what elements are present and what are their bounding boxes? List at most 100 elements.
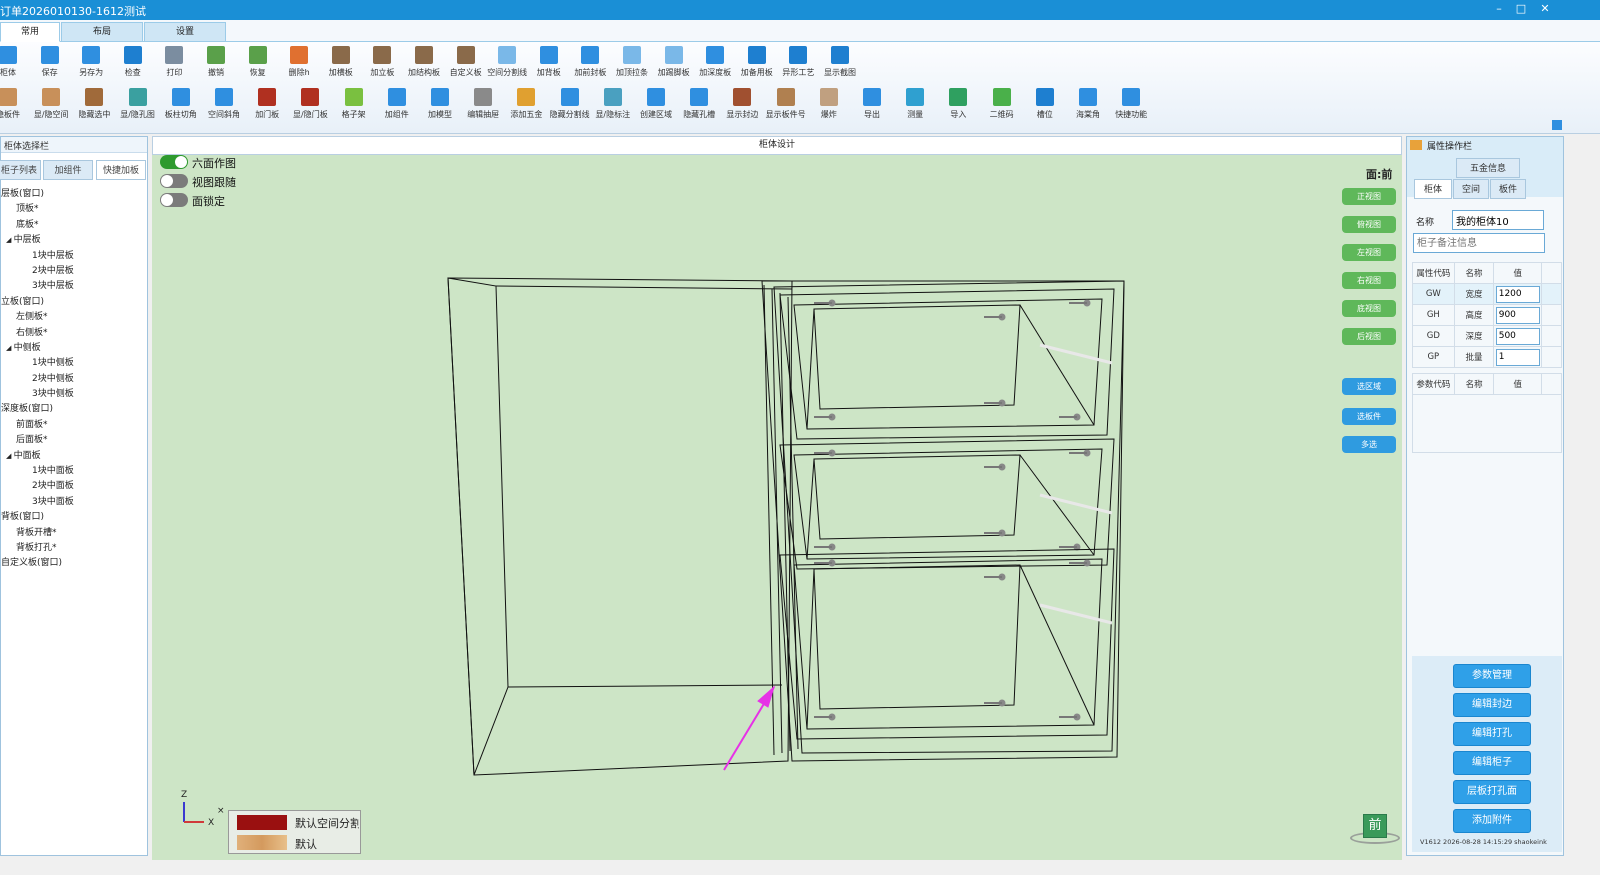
tree-item[interactable]: 深度板(窗口) <box>1 402 149 417</box>
toggle-holes-button[interactable]: 显/隐孔图 <box>116 86 160 126</box>
tab-common[interactable]: 常用 <box>0 22 60 42</box>
add-model-button[interactable]: 加模型 <box>418 86 462 126</box>
corner-cut-button[interactable]: 板柱切角 <box>159 86 203 126</box>
right-view-button[interactable]: 右视图 <box>1342 272 1396 289</box>
view-cube[interactable]: 前 <box>1350 812 1400 846</box>
space-bevel-button[interactable]: 空间斜角 <box>202 86 246 126</box>
show-part-number-button[interactable]: 显示板件号 <box>764 86 808 126</box>
tree-item[interactable]: ◢ 中侧板 <box>1 341 149 356</box>
explode-button[interactable]: 爆炸 <box>807 86 851 126</box>
tree-item[interactable]: 2块中面板 <box>1 479 149 494</box>
tree-item[interactable]: 1块中侧板 <box>1 356 149 371</box>
add-back-board-button[interactable]: 加背板 <box>527 44 571 84</box>
tab-layout[interactable]: 布局 <box>61 22 143 42</box>
measure-button[interactable]: 测量 <box>893 86 937 126</box>
close-button[interactable]: ✕ <box>1534 2 1556 18</box>
tab-board[interactable]: 板件 <box>1490 179 1526 199</box>
top-view-button[interactable]: 俯视图 <box>1342 216 1396 233</box>
minimize-button[interactable]: – <box>1488 2 1510 18</box>
cabinet-remark-input[interactable] <box>1413 233 1545 253</box>
hide-selected-button[interactable]: 隐藏选中 <box>72 86 116 126</box>
begonia-corner-button[interactable]: 海棠角 <box>1066 86 1110 126</box>
tree-item[interactable]: 1块中面板 <box>1 464 149 479</box>
save-as-button[interactable]: 另存为 <box>69 44 113 84</box>
save-button[interactable]: 保存 <box>28 44 72 84</box>
tree-item[interactable]: 2块中层板 <box>1 264 149 279</box>
show-edge-button[interactable]: 显示封边 <box>720 86 764 126</box>
tree-item[interactable]: 1块中层板 <box>1 249 149 264</box>
tree-item[interactable]: 后面板* <box>1 433 149 448</box>
add-kick-board-button[interactable]: 加踢脚板 <box>652 44 696 84</box>
tree-item[interactable]: 底板* <box>1 218 149 233</box>
view-follow-toggle[interactable] <box>160 174 188 188</box>
add-front-seal-button[interactable]: 加前封板 <box>568 44 612 84</box>
import-button[interactable]: 导入 <box>936 86 980 126</box>
tab-cabinet-list[interactable]: 柜子列表 <box>0 160 41 180</box>
tree-expander-icon[interactable]: ◢ <box>6 236 14 244</box>
special-craft-button[interactable]: 异形工艺 <box>776 44 820 84</box>
undo-button[interactable]: 撤销 <box>194 44 238 84</box>
face-lock-toggle[interactable] <box>160 193 188 207</box>
tree-item[interactable]: 自定义板(窗口) <box>1 556 149 571</box>
tree-item[interactable]: 层板(窗口) <box>1 187 149 202</box>
batch-value-input[interactable] <box>1495 348 1540 366</box>
slot-button[interactable]: 槽位 <box>1023 86 1067 126</box>
tree-item[interactable]: 左侧板* <box>1 310 149 325</box>
back-view-button[interactable]: 后视图 <box>1342 328 1396 345</box>
add-spare-board-button[interactable]: 加备用板 <box>735 44 779 84</box>
left-view-button[interactable]: 左视图 <box>1342 244 1396 261</box>
hide-slot-button[interactable]: 隐藏孔槽 <box>677 86 721 126</box>
toggle-annotation-button[interactable]: 显/隐标注 <box>591 86 635 126</box>
delete-button[interactable]: 删除h <box>277 44 321 84</box>
multi-select-button[interactable]: 多选 <box>1342 436 1396 453</box>
add-component-button[interactable]: 加组件 <box>375 86 419 126</box>
qrcode-button[interactable]: 二维码 <box>980 86 1024 126</box>
3d-viewport[interactable] <box>152 155 1402 860</box>
edit-drill-button[interactable]: 编辑打孔 <box>1453 722 1531 746</box>
cabinet-button[interactable]: 柜体 <box>0 44 30 84</box>
tree-item[interactable]: 3块中面板 <box>1 495 149 510</box>
grid-rack-button[interactable]: 格子架 <box>332 86 376 126</box>
tree-expander-icon[interactable]: ◢ <box>6 452 14 460</box>
tab-cabinet[interactable]: 柜体 <box>1414 179 1452 199</box>
cabinet-name-input[interactable] <box>1452 210 1544 230</box>
tree-item[interactable]: 前面板* <box>1 418 149 433</box>
add-horizontal-board-button[interactable]: 加横板 <box>319 44 363 84</box>
shortcut-button[interactable]: 快捷功能 <box>1109 86 1153 126</box>
export-button[interactable]: 导出 <box>850 86 894 126</box>
create-region-button[interactable]: 创建区域 <box>634 86 678 126</box>
tab-space[interactable]: 空间 <box>1453 179 1489 199</box>
tab-quick-add-board[interactable]: 快捷加板 <box>96 160 146 180</box>
add-hardware-button[interactable]: 添加五金 <box>504 86 548 126</box>
depth-value-input[interactable] <box>1495 327 1540 345</box>
front-view-button[interactable]: 正视图 <box>1342 188 1396 205</box>
tree-item[interactable]: 右侧板* <box>1 326 149 341</box>
toggle-space-button[interactable]: 显/隐空间 <box>29 86 73 126</box>
ribbon-grid-icon[interactable] <box>1552 120 1562 130</box>
add-structure-board-button[interactable]: 加结构板 <box>402 44 446 84</box>
tree-item[interactable]: 顶板* <box>1 202 149 217</box>
add-depth-board-button[interactable]: 加深度板 <box>693 44 737 84</box>
tree-item[interactable]: 3块中侧板 <box>1 387 149 402</box>
bottom-view-button[interactable]: 底视图 <box>1342 300 1396 317</box>
add-attachment-button[interactable]: 添加附件 <box>1453 809 1531 833</box>
add-vertical-board-button[interactable]: 加立板 <box>360 44 404 84</box>
edit-drawer-button[interactable]: 编辑抽屉 <box>461 86 505 126</box>
select-parts-button[interactable]: 选板件 <box>1342 408 1396 425</box>
shelf-drill-face-button[interactable]: 层板打孔面 <box>1453 780 1531 804</box>
screenshot-button[interactable]: 显示截图 <box>818 44 862 84</box>
tab-settings[interactable]: 设置 <box>144 22 226 42</box>
hide-parts-button[interactable]: 隐板件 <box>0 86 30 126</box>
maximize-button[interactable]: □ <box>1510 2 1532 18</box>
edit-cabinet-button[interactable]: 编辑柜子 <box>1453 751 1531 775</box>
width-value-input[interactable] <box>1495 285 1540 303</box>
tree-item[interactable]: ◢ 中层板 <box>1 233 149 248</box>
tree-item[interactable]: 2块中侧板 <box>1 372 149 387</box>
redo-button[interactable]: 恢复 <box>236 44 280 84</box>
add-top-strip-button[interactable]: 加顶拉条 <box>610 44 654 84</box>
check-button[interactable]: 检查 <box>111 44 155 84</box>
tree-item[interactable]: 立板(窗口) <box>1 295 149 310</box>
toggle-door-button[interactable]: 显/隐门板 <box>288 86 332 126</box>
tree-item[interactable]: 背板打孔* <box>1 541 149 556</box>
select-region-button[interactable]: 选区域 <box>1342 378 1396 395</box>
